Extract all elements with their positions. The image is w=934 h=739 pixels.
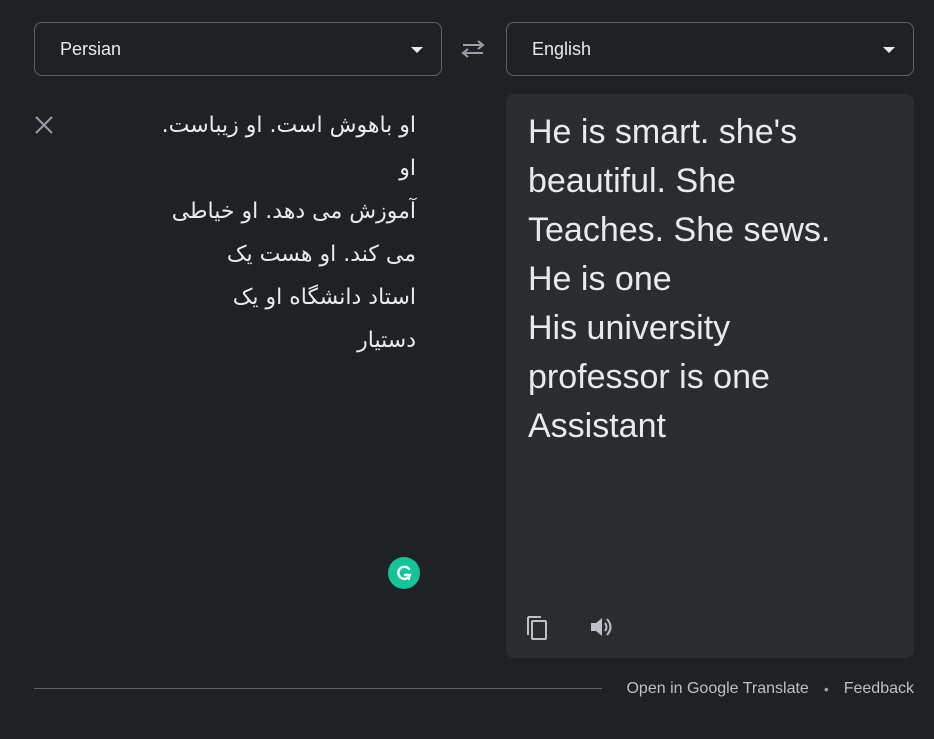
- feedback-link[interactable]: Feedback: [844, 680, 914, 698]
- grammarly-button[interactable]: [388, 557, 420, 589]
- translation-panel: He is smart. she's beautiful. She Teache…: [506, 94, 914, 658]
- chevron-down-icon: [883, 47, 895, 53]
- footer-separator: •: [823, 681, 829, 697]
- footer-divider: [34, 688, 602, 689]
- source-language-label: Persian: [60, 38, 122, 59]
- swap-languages-button[interactable]: [456, 34, 490, 64]
- footer: Open in Google Translate • Feedback: [626, 680, 914, 698]
- translation-text: He is smart. she's beautiful. She Teache…: [528, 113, 831, 445]
- speaker-icon: [591, 618, 612, 636]
- copy-icon: [527, 616, 547, 640]
- close-icon: [35, 116, 53, 134]
- target-language-label: English: [532, 38, 592, 59]
- source-text-area[interactable]: او باهوش است. او زیباست. او آموزش می دهد…: [80, 104, 416, 564]
- copy-translation-button[interactable]: [520, 610, 554, 644]
- swap-languages-icon: [461, 40, 485, 58]
- source-language-select[interactable]: Persian: [34, 22, 442, 76]
- grammarly-icon: [397, 565, 412, 581]
- target-language-select[interactable]: English: [506, 22, 914, 76]
- chevron-down-icon: [411, 47, 423, 53]
- listen-translation-button[interactable]: [585, 610, 619, 644]
- open-in-google-translate-link[interactable]: Open in Google Translate: [626, 680, 808, 698]
- clear-source-button[interactable]: [30, 111, 58, 139]
